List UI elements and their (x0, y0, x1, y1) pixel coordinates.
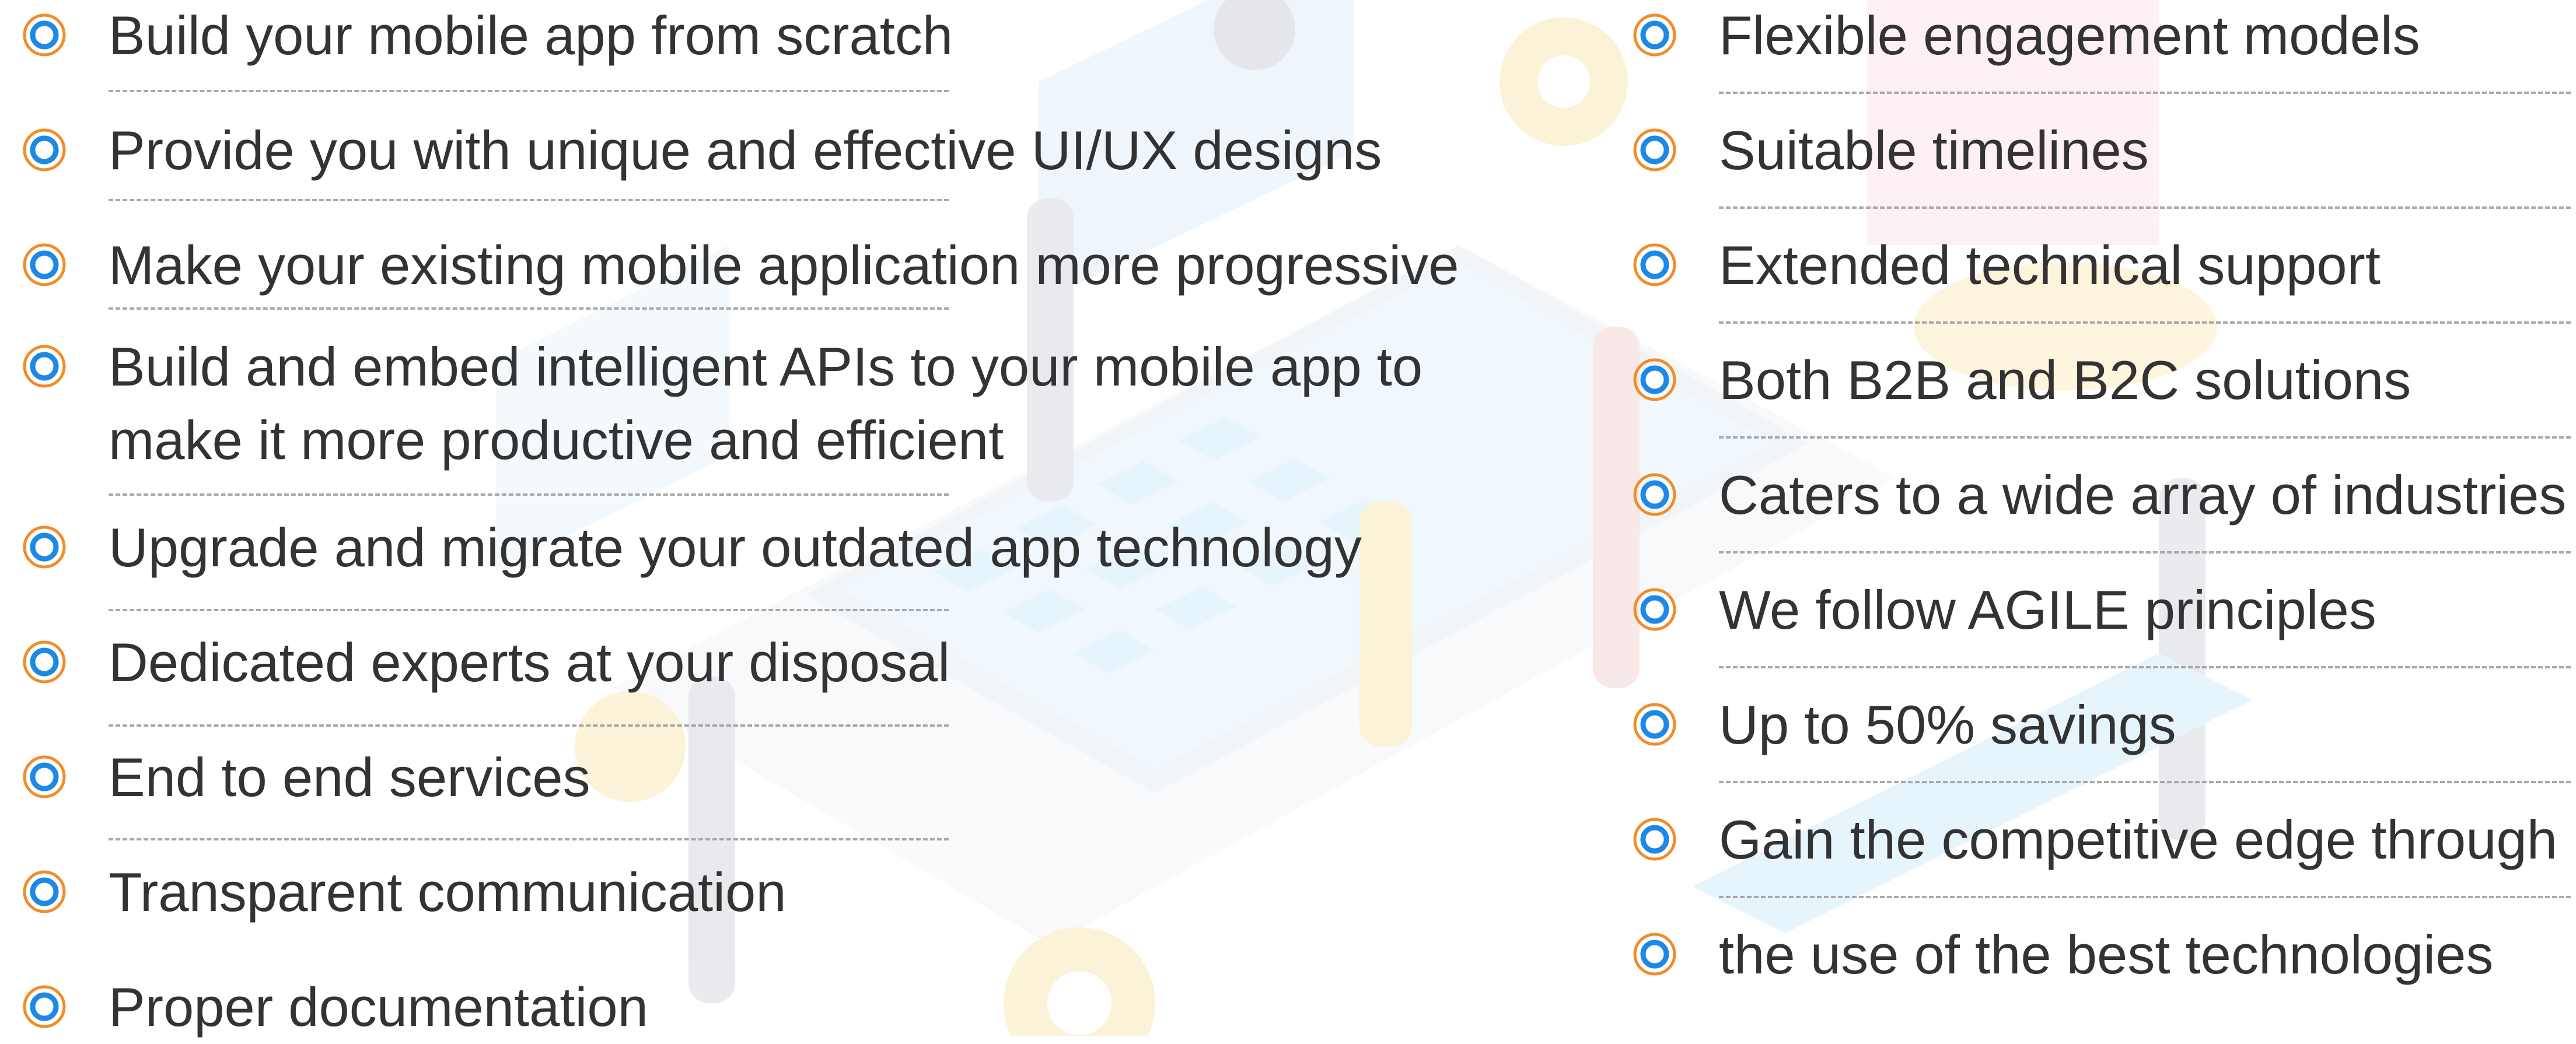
divider (1719, 781, 2571, 783)
divider (1719, 666, 2571, 668)
list-item-label: Flexible engagement models (1719, 5, 2420, 66)
divider (1719, 92, 2571, 94)
bullet-icon (1633, 817, 1677, 861)
list-item-label: Up to 50% savings (1719, 694, 2176, 755)
bullet-icon (1633, 13, 1677, 57)
list-item-label: Upgrade and migrate your outdated app te… (109, 517, 1362, 578)
bullet-icon (1633, 472, 1677, 517)
divider (1719, 551, 2571, 553)
bullet-icon (22, 640, 67, 684)
divider (1719, 321, 2571, 324)
list-item-label: Provide you with unique and effective UI… (109, 120, 1382, 181)
divider (109, 307, 949, 310)
bullet-icon (22, 985, 67, 1029)
divider (109, 493, 949, 496)
divider (1719, 436, 2571, 439)
bullet-icon (1633, 358, 1677, 402)
list-item-label: End to end services (109, 747, 590, 808)
divider (109, 609, 949, 611)
bullet-icon (22, 128, 67, 172)
bullet-icon (1633, 243, 1677, 287)
bullet-icon (1633, 128, 1677, 172)
list-item-label: Build and embed intelligent APIs to your… (109, 336, 1423, 397)
list-item-label: Proper documentation (109, 976, 648, 1038)
bullet-icon (22, 755, 67, 799)
bullet-icon (22, 344, 67, 388)
list-item-label: Gain the competitive edge through (1719, 809, 2558, 870)
bullet-icon (1633, 702, 1677, 747)
divider (109, 199, 949, 201)
divider (1719, 206, 2571, 209)
list-item-label: the use of the best technologies (1719, 924, 2494, 985)
bullet-icon (22, 243, 67, 287)
list-item-label: Make your existing mobile application mo… (109, 234, 1459, 296)
divider (1719, 896, 2571, 898)
bullet-icon (22, 525, 67, 569)
list-item-label: Transparent communication (109, 861, 787, 923)
divider (109, 90, 949, 92)
list-item-label: Dedicated experts at your disposal (109, 632, 950, 693)
divider (109, 724, 949, 727)
list-item-label: Both B2B and B2C solutions (1719, 349, 2411, 411)
list-item-label: Caters to a wide array of industries (1719, 464, 2567, 525)
list-item-label: We follow AGILE principles (1719, 579, 2376, 640)
list-item-label: Extended technical support (1719, 234, 2381, 296)
bullet-icon (22, 870, 67, 914)
bullet-icon (22, 13, 67, 57)
list-item-label: Build your mobile app from scratch (109, 5, 953, 66)
bullet-icon (1633, 587, 1677, 632)
bullet-icon (1633, 932, 1677, 976)
divider (109, 838, 949, 840)
list-item-label-line2: make it more productive and efficient (109, 409, 1004, 471)
list-item-label: Suitable timelines (1719, 120, 2149, 181)
